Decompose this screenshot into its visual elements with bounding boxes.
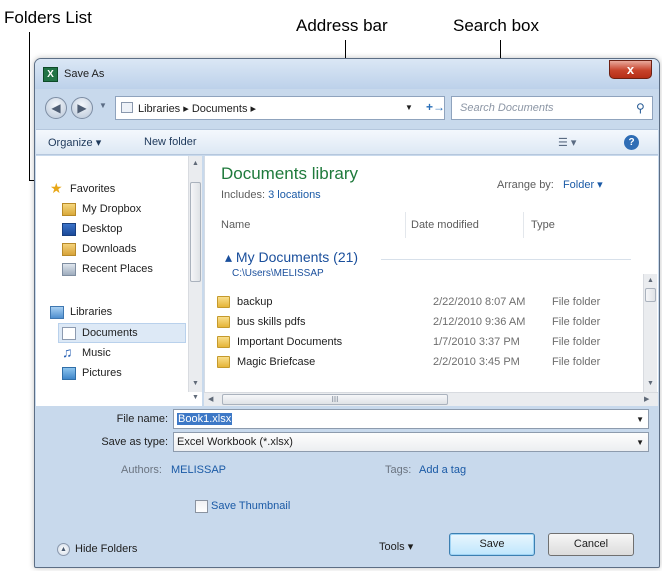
save-as-type-select[interactable]: Excel Workbook (*.xlsx) ▼ [173, 432, 649, 452]
window-title: Save As [64, 68, 105, 80]
callout-search-box: Search box [453, 16, 539, 35]
search-placeholder: Search Documents [460, 102, 554, 114]
group-path: C:\Users\MELISSAP [232, 268, 324, 279]
file-row[interactable]: backup 2/22/2010 8:07 AM File folder [217, 293, 627, 313]
search-box[interactable]: Search Documents ⚲ [451, 96, 653, 120]
views-icon[interactable]: ☰ ▾ [558, 136, 576, 149]
close-button[interactable]: x [609, 60, 652, 79]
arrange-by-label: Arrange by: [497, 179, 554, 191]
recent-places-icon [62, 263, 76, 276]
folders-list-bottom: ▼ [36, 392, 202, 406]
sidebar-item-favorites[interactable]: ★ Favorites [50, 180, 200, 200]
excel-icon: X [43, 67, 58, 82]
tags-label: Tags: [385, 464, 412, 476]
scroll-left-icon[interactable]: ◀ [208, 395, 213, 403]
new-folder-button[interactable]: New folder [144, 136, 197, 148]
sidebar-item-documents[interactable]: Documents [58, 323, 186, 343]
scroll-down-icon[interactable]: ▼ [192, 394, 199, 401]
hide-folders-button[interactable]: Hide Folders [75, 543, 137, 555]
hide-folders-icon[interactable]: ▲ [57, 543, 70, 556]
back-button[interactable]: ◀ [45, 97, 67, 119]
folders-list: ★ Favorites My Dropbox Desktop Downloads… [36, 156, 202, 392]
folder-icon [217, 296, 230, 308]
address-dropdown-icon[interactable]: ▼ [405, 103, 413, 112]
file-list-pane: Documents library Includes: 3 locations … [204, 156, 658, 392]
includes-label: Includes: [221, 189, 266, 201]
save-as-type-label: Save as type: [101, 436, 168, 448]
callout-folders-list: Folders List [4, 8, 92, 27]
file-name-value: Book1.xlsx [177, 413, 233, 425]
search-icon[interactable]: ⚲ [636, 101, 645, 115]
save-button[interactable]: Save [449, 533, 535, 556]
file-list-scroll-thumb[interactable] [645, 288, 656, 302]
locations-link[interactable]: 3 locations [268, 189, 321, 201]
dropbox-icon [62, 203, 76, 216]
file-row[interactable]: Important Documents 1/7/2010 3:37 PM Fil… [217, 333, 627, 353]
refresh-icon[interactable]: +→ [426, 99, 445, 117]
file-name-input[interactable]: Book1.xlsx ▼ [173, 409, 649, 429]
column-divider[interactable] [405, 212, 406, 238]
leader-folders-list-vertical [29, 32, 30, 180]
scroll-grip: III [331, 395, 339, 404]
pictures-icon [62, 367, 76, 380]
folders-list-scrollbar[interactable]: ▲ ▼ [188, 156, 202, 392]
sidebar-item-libraries[interactable]: Libraries [50, 303, 200, 323]
file-name-dropdown-icon[interactable]: ▼ [636, 415, 644, 424]
downloads-icon [62, 243, 76, 256]
folder-icon [217, 336, 230, 348]
group-header[interactable]: ▴ My Documents (21) [225, 249, 358, 266]
save-thumbnail-label[interactable]: Save Thumbnail [211, 500, 290, 512]
file-row[interactable]: bus skills pdfs 2/12/2010 9:36 AM File f… [217, 313, 627, 333]
save-thumbnail-checkbox[interactable] [195, 500, 208, 513]
tools-menu[interactable]: Tools ▾ [379, 540, 413, 553]
tags-input[interactable]: Add a tag [419, 464, 466, 476]
star-icon: ★ [50, 180, 63, 196]
library-title: Documents library [221, 164, 358, 183]
arrange-by: Arrange by: Folder ▾ [497, 178, 603, 191]
cancel-button[interactable]: Cancel [548, 533, 634, 556]
documents-icon [62, 327, 76, 340]
folders-list-scroll-thumb[interactable] [190, 182, 201, 282]
file-row[interactable]: Magic Briefcase 2/2/2010 3:45 PM File fo… [217, 353, 627, 373]
music-icon: ♫ [62, 344, 73, 360]
command-toolbar: Organize ▾ New folder ☰ ▾ ? [36, 129, 658, 155]
library-includes: Includes: 3 locations [221, 189, 321, 201]
scroll-up-icon[interactable]: ▲ [192, 160, 199, 167]
folder-icon [217, 356, 230, 368]
folder-icon [217, 316, 230, 328]
authors-label: Authors: [121, 464, 162, 476]
libraries-icon [50, 306, 64, 319]
scroll-down-icon[interactable]: ▼ [192, 380, 199, 387]
file-name-label: File name: [116, 413, 168, 425]
scroll-down-icon[interactable]: ▼ [647, 380, 654, 387]
recent-locations-dropdown[interactable]: ▼ [99, 101, 107, 110]
forward-button[interactable]: ▶ [71, 97, 93, 119]
horizontal-scroll-thumb[interactable]: III [222, 394, 448, 405]
save-as-dialog: X Save As x ◀ ▶ ▼ Libraries ▸ Documents … [34, 58, 660, 568]
column-divider[interactable] [523, 212, 524, 238]
desktop-icon [62, 223, 76, 236]
help-icon[interactable]: ? [624, 135, 639, 150]
authors-value[interactable]: MELISSAP [171, 464, 226, 476]
address-path[interactable]: Libraries ▸ Documents ▸ [138, 102, 256, 115]
arrange-by-dropdown[interactable]: Folder ▾ [563, 179, 603, 191]
horizontal-scrollbar[interactable]: ◀ III ▶ [204, 392, 658, 406]
scroll-right-icon[interactable]: ▶ [644, 395, 649, 403]
address-bar[interactable]: Libraries ▸ Documents ▸ ▼ +→ [115, 96, 445, 120]
column-header-name[interactable]: Name [221, 219, 250, 231]
organize-menu[interactable]: Organize ▾ [48, 136, 101, 149]
folder-icon [121, 102, 133, 113]
scroll-up-icon[interactable]: ▲ [647, 277, 654, 284]
title-bar[interactable]: X Save As x [35, 59, 659, 89]
group-divider [381, 259, 631, 260]
save-as-type-dropdown-icon[interactable]: ▼ [636, 438, 644, 447]
column-header-date[interactable]: Date modified [411, 219, 479, 231]
callout-address-bar: Address bar [296, 16, 388, 35]
file-list-scrollbar[interactable]: ▲ ▼ [643, 274, 657, 392]
column-header-type[interactable]: Type [531, 219, 555, 231]
